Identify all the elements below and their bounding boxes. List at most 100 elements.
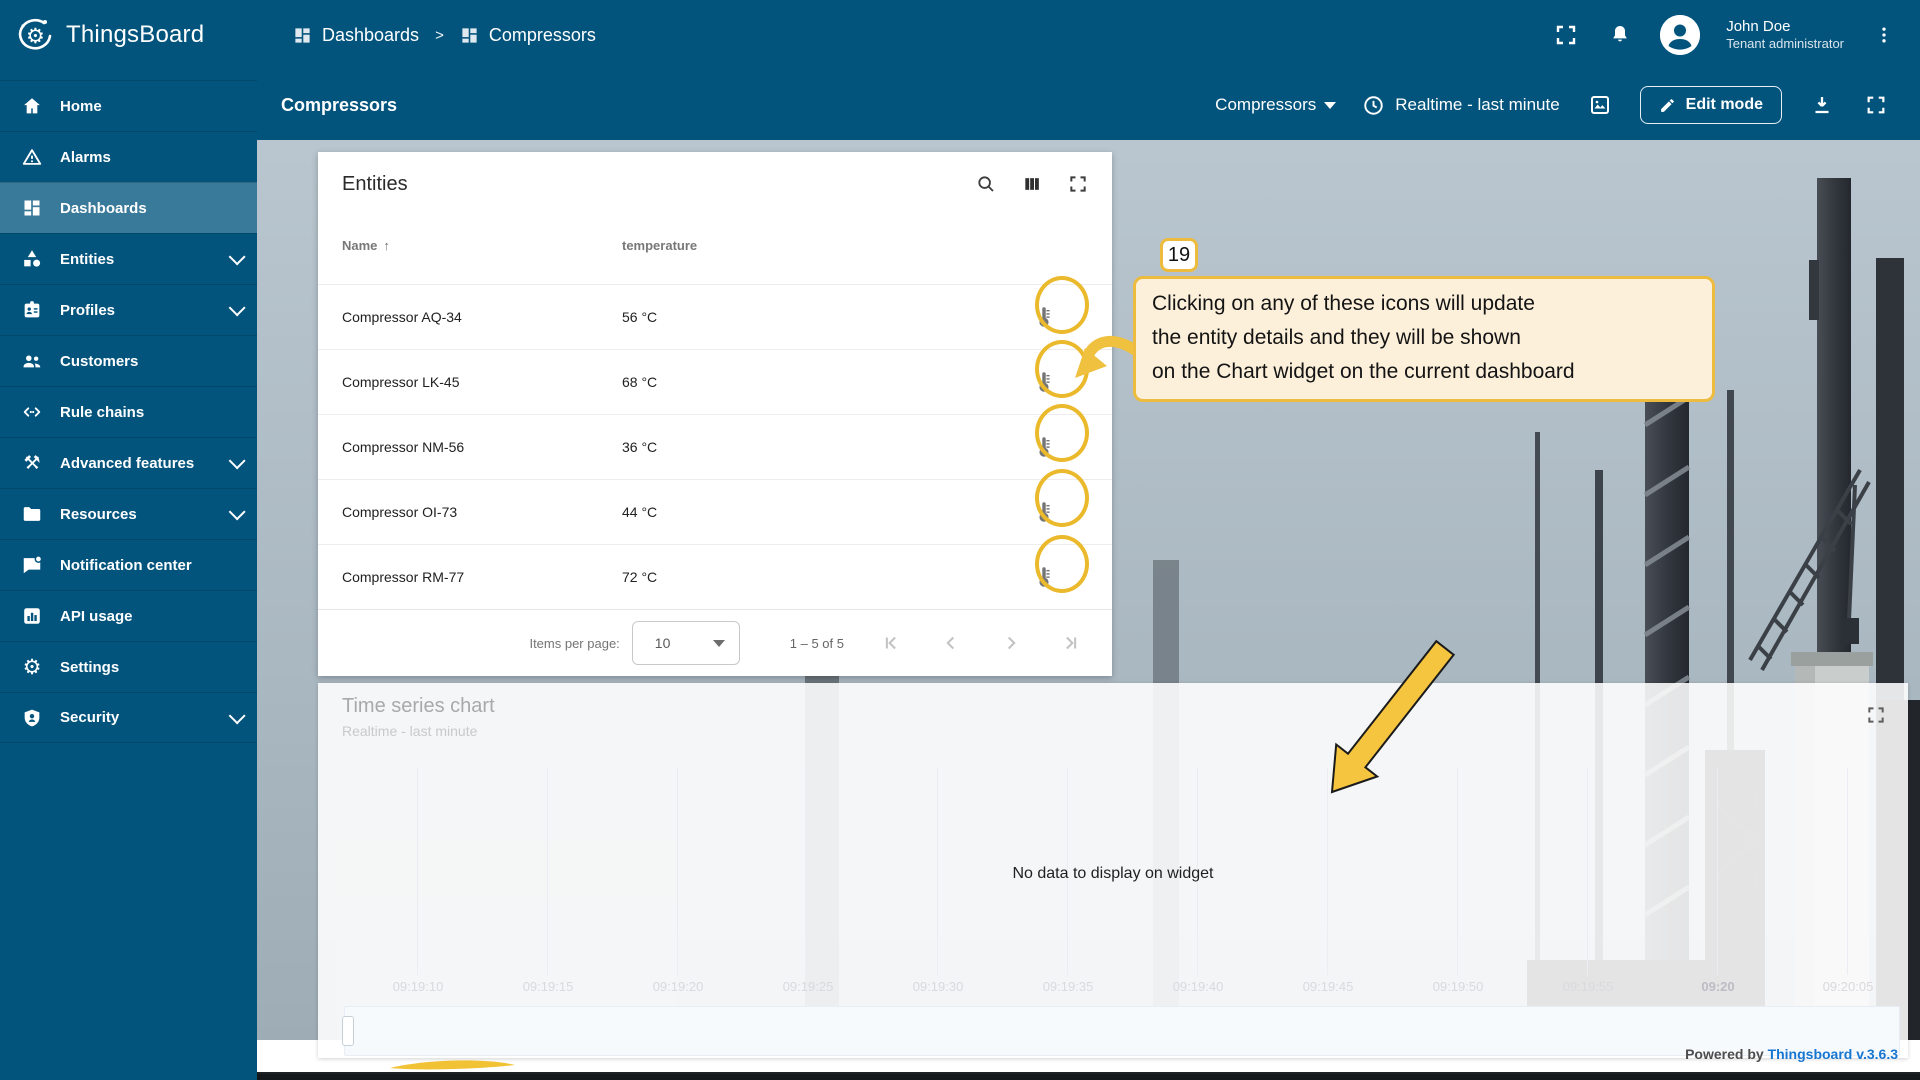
kebab-menu-icon[interactable] <box>1870 21 1898 49</box>
table-row[interactable]: Compressor NM-56 36 °C <box>318 414 1112 479</box>
sidebar-item-home[interactable]: Home <box>0 80 257 131</box>
table-body: Compressor AQ-34 56 °C Compressor LK-45 … <box>318 284 1112 609</box>
x-tick: 09:20:05 <box>1823 979 1874 994</box>
next-page-button[interactable] <box>998 630 1024 656</box>
fullscreen-icon[interactable] <box>1552 21 1580 49</box>
user-info[interactable]: John Doe Tenant administrator <box>1726 18 1844 53</box>
dashboard-image-icon[interactable] <box>1586 91 1614 119</box>
sidebar-item-dashboards[interactable]: Dashboards <box>0 182 257 233</box>
dashboards-icon <box>20 196 44 220</box>
bell-icon[interactable] <box>1606 21 1634 49</box>
svg-text:⚙: ⚙ <box>26 24 45 48</box>
last-page-button[interactable] <box>1058 630 1084 656</box>
dashboards-icon <box>293 26 312 45</box>
table-row[interactable]: Compressor OI-73 44 °C <box>318 479 1112 544</box>
clock-icon <box>1362 94 1385 117</box>
api-usage-icon <box>20 604 44 628</box>
table-row[interactable]: Compressor LK-45 68 °C <box>318 349 1112 414</box>
sidebar-item-customers[interactable]: Customers <box>0 335 257 386</box>
search-icon[interactable] <box>972 170 1000 198</box>
sidebar-item-alarms[interactable]: Alarms <box>0 131 257 182</box>
chart-no-data-message: No data to display on widget <box>318 865 1908 883</box>
x-tick: 09:19:15 <box>523 979 574 994</box>
thermometer-action-button[interactable] <box>1024 362 1064 402</box>
avatar[interactable] <box>1660 15 1700 55</box>
chevron-down-icon <box>229 248 246 265</box>
sidebar-item-notification-center[interactable]: Notification center <box>0 539 257 590</box>
sort-ascending-icon[interactable]: ↑ <box>383 238 390 253</box>
user-role: Tenant administrator <box>1726 36 1844 52</box>
thermometer-action-button[interactable] <box>1024 427 1064 467</box>
first-page-button[interactable] <box>878 630 904 656</box>
chevron-down-icon <box>229 452 246 469</box>
column-header-name[interactable]: Name <box>342 238 377 253</box>
column-header-temperature[interactable]: temperature <box>622 238 697 253</box>
dashboards-icon <box>460 26 479 45</box>
alarm-warning-icon <box>20 145 44 169</box>
shield-icon <box>20 706 44 730</box>
table-pagination: Items per page: 10 1 – 5 of 5 <box>318 609 1112 676</box>
logo-row[interactable]: ⚙ ThingsBoard <box>0 0 257 70</box>
sidebar-item-security[interactable]: Security <box>0 692 257 743</box>
time-series-chart-widget: Time series chart Realtime - last minute… <box>318 683 1908 1058</box>
profiles-badge-icon <box>20 298 44 322</box>
fullscreen-icon[interactable] <box>1862 701 1890 729</box>
chevron-down-icon <box>229 299 246 316</box>
chevron-down-icon <box>229 707 246 724</box>
dashboard-toolbar: Compressors Compressors Realtime - last … <box>257 70 1920 140</box>
top-header: Dashboards > Compressors John Doe Tenant… <box>257 0 1920 70</box>
customers-icon <box>20 349 44 373</box>
breadcrumb-dashboards[interactable]: Dashboards <box>293 25 419 46</box>
sidebar-item-profiles[interactable]: Profiles <box>0 284 257 335</box>
x-tick: 09:19:50 <box>1433 979 1484 994</box>
brand-name: ThingsBoard <box>66 21 204 49</box>
x-tick: 09:20 <box>1701 979 1734 994</box>
x-tick: 09:19:10 <box>393 979 444 994</box>
chevron-down-icon <box>229 503 246 520</box>
table-row[interactable]: Compressor RM-77 72 °C <box>318 544 1112 609</box>
previous-page-button[interactable] <box>938 630 964 656</box>
thingsboard-app: ⚙ ThingsBoard Home Alarms Dashboards En <box>0 0 1920 1080</box>
breadcrumb-separator: > <box>435 27 444 44</box>
breadcrumb-compressors[interactable]: Compressors <box>460 25 596 46</box>
sidebar-item-settings[interactable]: ⚙ Settings <box>0 641 257 692</box>
x-tick: 09:19:55 <box>1563 979 1614 994</box>
gear-icon: ⚙ <box>20 655 44 679</box>
sidebar-item-api-usage[interactable]: API usage <box>0 590 257 641</box>
items-per-page-select[interactable]: 10 <box>632 621 740 665</box>
fullscreen-icon[interactable] <box>1064 170 1092 198</box>
caret-down-icon <box>713 640 725 647</box>
x-tick: 09:19:20 <box>653 979 704 994</box>
chart-datazoom-slider[interactable] <box>344 1006 1900 1056</box>
pagination-range: 1 – 5 of 5 <box>790 636 844 651</box>
datazoom-left-handle[interactable] <box>342 1016 354 1046</box>
user-name: John Doe <box>1726 18 1844 37</box>
sidebar-item-advanced-features[interactable]: ⚒ Advanced features <box>0 437 257 488</box>
chart-x-axis: 09:19:10 09:19:15 09:19:20 09:19:25 09:1… <box>318 979 1908 997</box>
table-header-row: Name ↑ temperature <box>318 238 1112 253</box>
sidebar-menu: Home Alarms Dashboards Entities Profiles <box>0 80 257 743</box>
timewindow-button[interactable]: Realtime - last minute <box>1362 94 1559 117</box>
sidebar-item-entities[interactable]: Entities <box>0 233 257 284</box>
dashboard-state-selector[interactable]: Compressors <box>1215 95 1336 115</box>
thermometer-action-button[interactable] <box>1024 492 1064 532</box>
download-icon[interactable] <box>1808 91 1836 119</box>
rule-chains-icon <box>20 400 44 424</box>
columns-icon[interactable] <box>1018 170 1046 198</box>
table-row[interactable]: Compressor AQ-34 56 °C <box>318 284 1112 349</box>
x-tick: 09:19:25 <box>783 979 834 994</box>
thermometer-action-button[interactable] <box>1024 557 1064 597</box>
sidebar-item-resources[interactable]: Resources <box>0 488 257 539</box>
x-tick: 09:19:45 <box>1303 979 1354 994</box>
chart-subtitle: Realtime - last minute <box>342 723 477 739</box>
entities-widget: Entities Name ↑ temperature Compressor A… <box>318 152 1112 676</box>
edit-mode-button[interactable]: Edit mode <box>1640 86 1782 124</box>
thingsboard-version-link[interactable]: Thingsboard v.3.6.3 <box>1768 1046 1898 1062</box>
items-per-page-label: Items per page: <box>529 636 619 651</box>
fullscreen-icon[interactable] <box>1862 91 1890 119</box>
chart-title: Time series chart <box>342 695 495 718</box>
thermometer-action-button[interactable] <box>1024 297 1064 337</box>
pencil-icon <box>1659 97 1676 114</box>
sidebar-item-rule-chains[interactable]: Rule chains <box>0 386 257 437</box>
folder-icon <box>20 502 44 526</box>
